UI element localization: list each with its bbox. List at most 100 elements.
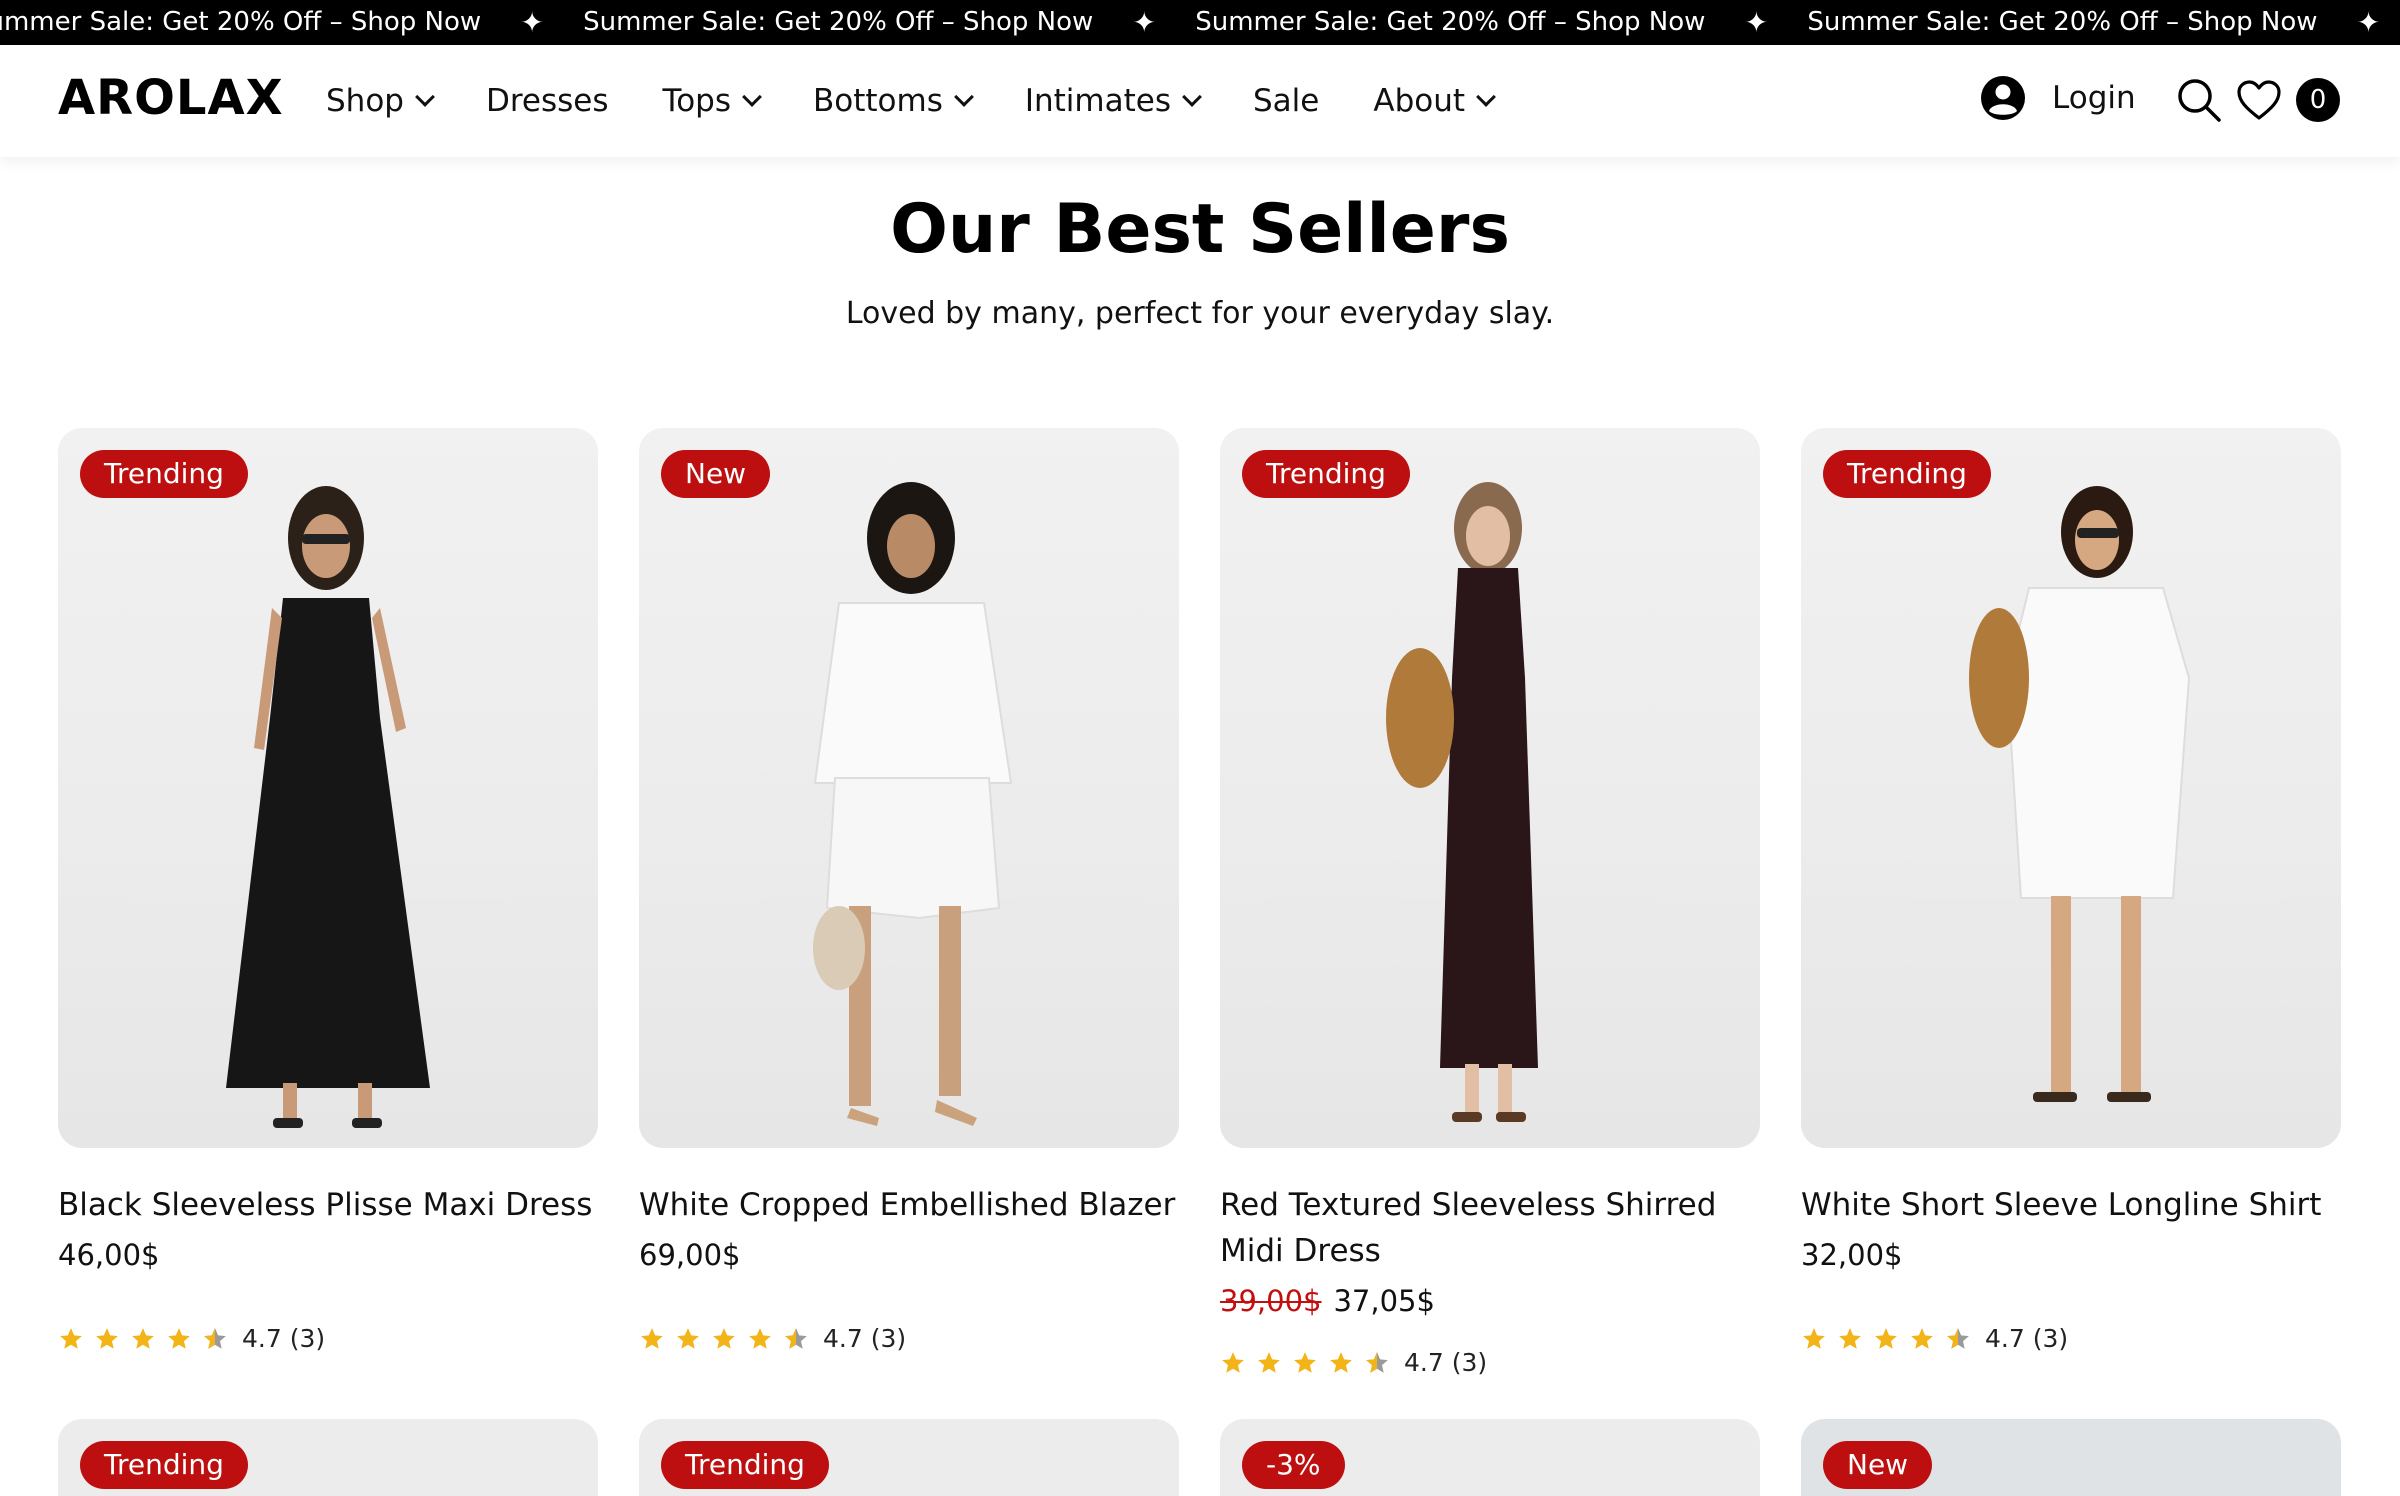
nav-label: Intimates xyxy=(1024,83,1171,119)
product-card[interactable]: Trending Red Textured Sleeveless Shirred… xyxy=(1220,428,1760,1377)
star-icon xyxy=(60,1327,82,1349)
sparkle-icon: ✦ xyxy=(1744,6,1769,39)
nav-item-about[interactable]: About xyxy=(1373,83,1496,119)
nav-label: Dresses xyxy=(485,83,609,119)
announcement-text[interactable]: Summer Sale: Get 20% Off – Shop Now xyxy=(583,0,1093,45)
product-card[interactable]: -3% xyxy=(1220,1419,1760,1496)
product-rating[interactable]: 4.7 (3) xyxy=(639,1324,906,1353)
product-name[interactable]: White Short Sleeve Longline Shirt xyxy=(1801,1182,2341,1228)
star-icon xyxy=(1258,1351,1280,1373)
star-rating xyxy=(1220,1350,1390,1376)
search-button[interactable] xyxy=(2176,77,2222,123)
star-half-icon xyxy=(785,1327,807,1349)
chevron-down-icon xyxy=(953,87,974,107)
heart-icon xyxy=(2237,80,2281,120)
product-card[interactable]: Trending xyxy=(58,1419,598,1496)
product-card[interactable]: Trending xyxy=(639,1419,1179,1496)
product-badge[interactable]: Trending xyxy=(80,450,248,498)
rating-text: 4.7 (3) xyxy=(1404,1348,1488,1377)
star-icon xyxy=(1839,1327,1861,1349)
announcement-item[interactable]: Summer Sale: Get 20% Off – Shop Now ✦ xyxy=(1807,0,2400,45)
star-icon xyxy=(1222,1351,1244,1373)
product-image[interactable]: Trending xyxy=(1220,428,1760,1148)
product-badge[interactable]: New xyxy=(1823,1441,1933,1489)
star-icon xyxy=(713,1327,735,1349)
product-image[interactable]: Trending xyxy=(58,428,598,1148)
star-icon xyxy=(641,1327,663,1349)
product-badge[interactable]: Trending xyxy=(80,1441,248,1489)
star-half-icon xyxy=(204,1327,226,1349)
star-icon xyxy=(132,1327,154,1349)
product-badge[interactable]: Trending xyxy=(1823,450,1991,498)
sparkle-icon: ✦ xyxy=(520,6,544,39)
announcement-bar[interactable]: Summer Sale: Get 20% Off – Shop Now ✦ Su… xyxy=(0,0,2400,45)
nav-item-sale[interactable]: Sale xyxy=(1253,83,1319,119)
star-icon xyxy=(168,1327,190,1349)
section-subtitle: Loved by many, perfect for your everyday… xyxy=(845,296,1555,331)
current-price: 32,00$ xyxy=(1801,1238,1903,1272)
product-rating[interactable]: 4.7 (3) xyxy=(58,1324,325,1353)
product-name[interactable]: Black Sleeveless Plisse Maxi Dress xyxy=(58,1182,598,1228)
product-card[interactable]: Trending White Short Sleeve Longline Shi… xyxy=(1801,428,2341,1353)
star-icon xyxy=(96,1327,118,1349)
nav-item-dresses[interactable]: Dresses xyxy=(486,83,609,119)
star-icon xyxy=(1803,1327,1825,1349)
nav-item-shop[interactable]: Shop xyxy=(326,83,435,119)
nav-label: Bottoms xyxy=(813,83,943,119)
model-figure xyxy=(1969,486,2191,1102)
product-badge[interactable]: Trending xyxy=(1242,450,1410,498)
site-header: AROLAX Shop Dresses Tops Bottoms Intimat… xyxy=(0,45,2400,157)
nav-label: Shop xyxy=(326,83,404,119)
star-half-icon xyxy=(1366,1351,1388,1373)
announcement-text[interactable]: Summer Sale: Get 20% Off – Shop Now xyxy=(0,0,481,45)
chevron-down-icon xyxy=(1182,87,1202,107)
announcement-text[interactable]: Summer Sale: Get 20% Off – Shop Now xyxy=(1195,0,1705,45)
cart-count-badge[interactable]: 0 xyxy=(2296,78,2340,122)
section-title: Our Best Sellers xyxy=(890,190,1510,269)
current-price: 46,00$ xyxy=(58,1238,160,1272)
product-card[interactable]: New xyxy=(1801,1419,2341,1496)
announcement-item[interactable]: Summer Sale: Get 20% Off – Shop Now ✦ xyxy=(1195,0,1807,45)
announcement-text[interactable]: Summer Sale: Get 20% Off – Shop Now xyxy=(1807,0,2317,45)
wishlist-button[interactable] xyxy=(2236,77,2282,123)
current-price: 69,00$ xyxy=(639,1238,741,1272)
nav-item-bottoms[interactable]: Bottoms xyxy=(813,83,974,119)
nav-label: Tops xyxy=(662,83,731,119)
product-rating[interactable]: 4.7 (3) xyxy=(1801,1324,2068,1353)
login-button[interactable]: Login xyxy=(1980,75,2136,121)
star-rating xyxy=(58,1326,228,1352)
product-name[interactable]: Red Textured Sleeveless Shirred Midi Dre… xyxy=(1220,1182,1760,1274)
star-icon xyxy=(1294,1351,1316,1373)
main-nav: Shop Dresses Tops Bottoms Intimates Sale… xyxy=(326,83,1547,119)
product-price: 39,00$ 37,05$ xyxy=(1220,1278,1760,1324)
sparkle-icon: ✦ xyxy=(1132,6,1156,39)
header-actions: 0 xyxy=(2176,77,2340,123)
nav-item-intimates[interactable]: Intimates xyxy=(1024,83,1202,119)
product-badge[interactable]: Trending xyxy=(661,1441,829,1489)
nav-label: About xyxy=(1373,83,1466,119)
product-card[interactable]: Trending Black Sleeveless Plisse Maxi Dr… xyxy=(58,428,598,1353)
product-image[interactable]: Trending xyxy=(1801,428,2341,1148)
product-price: 46,00$ xyxy=(58,1232,598,1278)
model-figure xyxy=(813,482,1013,1126)
announcement-item[interactable]: Summer Sale: Get 20% Off – Shop Now ✦ xyxy=(0,0,583,45)
star-rating xyxy=(639,1326,809,1352)
chevron-down-icon xyxy=(742,87,762,107)
star-half-icon xyxy=(1947,1327,1969,1349)
star-icon xyxy=(1911,1327,1933,1349)
login-label: Login xyxy=(2052,80,2136,116)
announcement-item[interactable]: Summer Sale: Get 20% Off – Shop Now ✦ xyxy=(583,0,1195,45)
logo[interactable]: AROLAX xyxy=(58,70,284,126)
product-image[interactable]: New xyxy=(639,428,1179,1148)
model-figure xyxy=(1386,482,1538,1122)
product-rating[interactable]: 4.7 (3) xyxy=(1220,1348,1487,1377)
chevron-down-icon xyxy=(415,87,435,107)
nav-item-tops[interactable]: Tops xyxy=(662,83,762,119)
product-name[interactable]: White Cropped Embellished Blazer xyxy=(639,1182,1179,1228)
product-card[interactable]: New White Cropped Embellished Blazer 69,… xyxy=(639,428,1179,1353)
rating-text: 4.7 (3) xyxy=(242,1324,326,1353)
rating-text: 4.7 (3) xyxy=(823,1324,907,1353)
product-badge[interactable]: -3% xyxy=(1242,1441,1345,1489)
product-price: 32,00$ xyxy=(1801,1232,2341,1278)
product-badge[interactable]: New xyxy=(661,450,771,498)
